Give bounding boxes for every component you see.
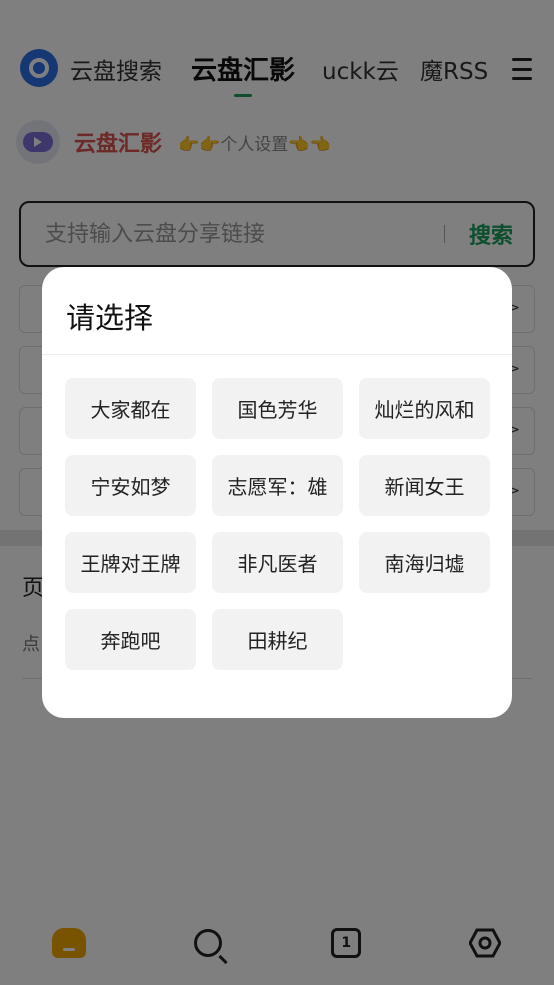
- select-dialog: 请选择 大家都在 国色芳华 灿烂的风和 宁安如梦 志愿军：雄 新闻女王 王牌对王…: [42, 267, 512, 718]
- option-button[interactable]: 志愿军：雄: [212, 455, 343, 516]
- option-button[interactable]: 新闻女王: [359, 455, 490, 516]
- option-button[interactable]: 南海归墟: [359, 532, 490, 593]
- option-button[interactable]: 田耕纪: [212, 609, 343, 670]
- dialog-divider: [42, 354, 512, 355]
- option-button[interactable]: 宁安如梦: [65, 455, 196, 516]
- option-button[interactable]: 大家都在: [65, 378, 196, 439]
- option-button[interactable]: 王牌对王牌: [65, 532, 196, 593]
- option-grid: 大家都在 国色芳华 灿烂的风和 宁安如梦 志愿军：雄 新闻女王 王牌对王牌 非凡…: [65, 378, 491, 670]
- option-button[interactable]: 非凡医者: [212, 532, 343, 593]
- option-button[interactable]: 奔跑吧: [65, 609, 196, 670]
- option-button[interactable]: 国色芳华: [212, 378, 343, 439]
- dialog-title: 请选择: [66, 301, 154, 335]
- option-button[interactable]: 灿烂的风和: [359, 378, 490, 439]
